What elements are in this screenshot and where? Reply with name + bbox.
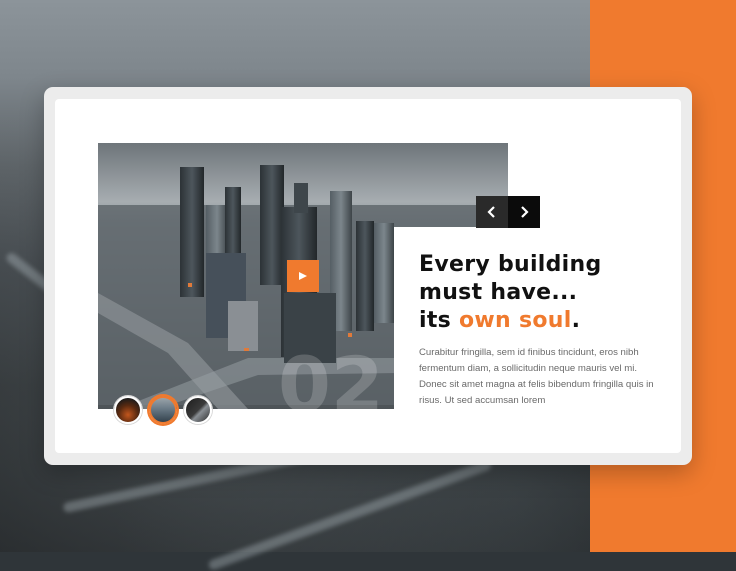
slide-thumbnail-3[interactable] — [184, 396, 212, 424]
slide-description: Curabitur fringilla, sem id finibus tinc… — [419, 347, 654, 406]
next-slide-button[interactable] — [508, 196, 540, 228]
play-icon — [299, 272, 307, 280]
slide-thumbnail-2[interactable] — [149, 396, 177, 424]
chevron-right-icon — [521, 206, 529, 218]
slide-thumbnail-1[interactable] — [114, 396, 142, 424]
play-video-button[interactable] — [287, 260, 319, 292]
slide-number-watermark: 02 — [278, 340, 384, 409]
heading-accent: own soul — [459, 308, 572, 333]
heading-line-1: Every building — [419, 252, 602, 277]
slide-heading: Every building must have... its own soul… — [419, 251, 669, 335]
prev-slide-button[interactable] — [476, 196, 508, 228]
chevron-left-icon — [487, 206, 495, 218]
heading-line-3: its own soul. — [419, 308, 581, 333]
heading-line-2: must have... — [419, 280, 578, 305]
